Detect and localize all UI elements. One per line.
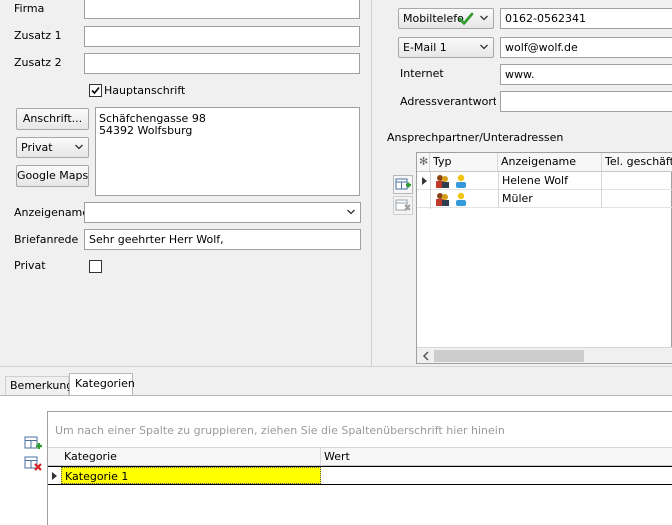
hauptanschrift-label: Hauptanschrift [104, 84, 186, 97]
add-row-icon [395, 178, 411, 190]
contact-name: Helene Wolf [498, 172, 602, 190]
add-category-button[interactable] [24, 435, 43, 453]
scroll-left-icon[interactable] [419, 349, 433, 363]
row-pointer-icon [422, 177, 427, 185]
table-row[interactable]: Helene Wolf [417, 172, 672, 190]
phone-type-value: Mobiltelefo [403, 12, 464, 25]
category-name[interactable]: Kategorie 1 [61, 467, 321, 484]
address-type-value: Privat [21, 141, 53, 154]
briefanrede-label: Briefanrede [14, 233, 79, 246]
adressverantwortlich-label: Adressverantwortlic [400, 95, 496, 108]
tab-kategorien[interactable]: Kategorien [69, 373, 135, 396]
delete-category-button[interactable] [24, 455, 43, 473]
chevron-down-icon [75, 144, 83, 150]
address-textarea[interactable]: Schäfchengasse 98 54392 Wolfsburg [95, 107, 360, 196]
group-hint: Um nach einer Spalte zu gruppieren, zieh… [55, 424, 505, 437]
zusatz1-label: Zusatz 1 [14, 29, 62, 42]
zusatz2-label: Zusatz 2 [14, 56, 62, 69]
delete-row-icon [395, 199, 411, 211]
email-type-select[interactable]: E-Mail 1 [398, 37, 494, 58]
chevron-down-icon [480, 44, 488, 50]
delete-contact-button[interactable] [393, 196, 413, 215]
internet-input[interactable]: www. [500, 64, 672, 85]
tab-bemerkung[interactable]: Bemerkung [5, 376, 73, 395]
internet-value: www. [505, 68, 535, 81]
contact-type-icon [434, 173, 470, 189]
chevron-down-icon [347, 209, 355, 215]
col-header-wert[interactable]: Wert [321, 448, 672, 466]
anzeigename-select[interactable] [84, 202, 361, 223]
group-panel[interactable]: Um nach einer Spalte zu gruppieren, zieh… [48, 412, 672, 448]
tab-bemerkung-label: Bemerkung [10, 379, 74, 392]
checkmark-icon [91, 86, 100, 95]
address-type-select[interactable]: Privat [16, 137, 89, 158]
email-type-value: E-Mail 1 [403, 41, 447, 54]
delete-row-icon [24, 456, 42, 471]
briefanrede-value: Sehr geehrter Herr Wolf, [89, 233, 224, 246]
google-maps-button[interactable]: Google Maps [16, 165, 89, 187]
contacts-grid[interactable]: ✻ Typ Anzeigename Tel. geschäftlic Helen… [416, 152, 672, 364]
row-pointer-icon [52, 472, 57, 480]
privat-label: Privat [14, 259, 46, 272]
address-line2: 54392 Wolfsburg [99, 124, 193, 137]
table-row[interactable]: Kategorie 1 [48, 466, 672, 485]
panel-separator [0, 366, 672, 367]
adressverantwortlich-input[interactable] [500, 91, 672, 112]
col-header-tel[interactable]: Tel. geschäftlic [602, 153, 672, 171]
row-indicator-column [430, 172, 431, 209]
col-header-anzeigename[interactable]: Anzeigename [498, 153, 602, 171]
briefanrede-input[interactable]: Sehr geehrter Herr Wolf, [84, 229, 361, 250]
col-header-typ[interactable]: Typ [430, 153, 498, 171]
contacts-grid-header: ✻ Typ Anzeigename Tel. geschäftlic [417, 153, 672, 172]
phone-value: 0162-0562341 [505, 12, 586, 25]
contact-name: Müler [498, 190, 602, 208]
privat-checkbox[interactable] [89, 260, 102, 273]
firma-input[interactable] [84, 0, 360, 19]
asterisk-icon: ✻ [417, 153, 430, 171]
contact-type-icon [434, 191, 470, 207]
tab-kategorien-label: Kategorien [75, 377, 135, 390]
check-green-icon [458, 12, 474, 25]
zusatz1-input[interactable] [84, 26, 360, 47]
table-row[interactable]: Müler [417, 190, 672, 208]
add-row-icon [24, 436, 42, 449]
ansprechpartner-title: Ansprechpartner/Unteradressen [387, 131, 564, 144]
phone-input[interactable]: 0162-0562341 [500, 8, 672, 29]
category-value[interactable] [321, 467, 672, 484]
firma-label: Firma [14, 2, 45, 15]
scrollbar-thumb[interactable] [434, 350, 584, 362]
zusatz2-input[interactable] [84, 53, 360, 74]
chevron-down-icon [480, 15, 488, 21]
anzeigename-label: Anzeigename [14, 206, 90, 219]
col-header-kategorie[interactable]: Kategorie [61, 448, 321, 466]
categories-grid-header: Kategorie Wert [48, 448, 672, 466]
hauptanschrift-checkbox[interactable] [89, 84, 102, 97]
phone-type-select[interactable]: Mobiltelefo [398, 8, 494, 29]
horizontal-scrollbar[interactable] [417, 347, 672, 363]
categories-grid[interactable]: Um nach einer Spalte zu gruppieren, zieh… [47, 411, 672, 525]
add-contact-button[interactable] [393, 175, 413, 194]
anschrift-button[interactable]: Anschrift... [16, 108, 89, 130]
email-input[interactable]: wolf@wolf.de [500, 37, 672, 58]
internet-label: Internet [400, 67, 444, 80]
email-value: wolf@wolf.de [505, 41, 578, 54]
